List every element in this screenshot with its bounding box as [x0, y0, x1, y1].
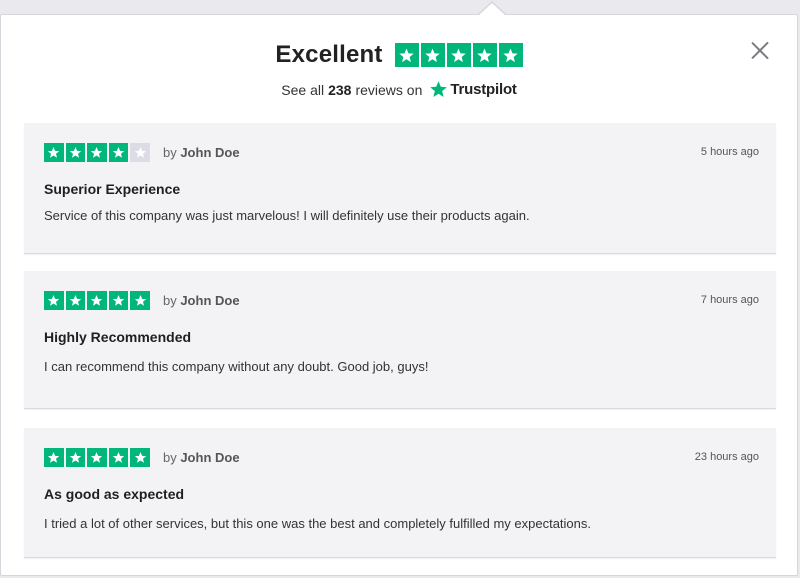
- author-name: John Doe: [180, 293, 240, 308]
- star-filled-icon: [130, 447, 150, 468]
- review-title: As good as expected: [44, 486, 185, 502]
- rating-word: Excellent: [275, 41, 383, 68]
- review-rating-stars: [44, 290, 150, 311]
- star-filled-icon: [108, 290, 129, 311]
- by-prefix: by: [162, 293, 177, 308]
- star-filled-icon: [65, 290, 86, 311]
- review-time: 5 hours ago: [700, 146, 759, 158]
- summary-prefix: See all: [281, 81, 325, 98]
- trustpilot-logo: Trustpilot: [429, 80, 517, 99]
- trustpilot-brand-name: Trustpilot: [450, 81, 517, 98]
- author-name: John Doe: [180, 450, 240, 465]
- star-filled-icon: [65, 142, 86, 163]
- trustpilot-star-icon: [430, 81, 448, 97]
- review-card: by John Doe 7 hours ago Highly Recommend…: [24, 271, 776, 409]
- star-filled-icon: [472, 43, 497, 67]
- popup-pointer-fill: [479, 3, 505, 15]
- by-prefix: by: [162, 450, 177, 465]
- summary-suffix: reviews on: [355, 81, 423, 98]
- star-filled-icon: [108, 447, 129, 468]
- review-card: by John Doe 23 hours ago As good as expe…: [24, 428, 776, 558]
- review-card: by John Doe 5 hours ago Superior Experie…: [24, 123, 776, 254]
- review-rating-stars: [44, 447, 150, 468]
- by-prefix: by: [162, 145, 177, 160]
- star-filled-icon: [44, 290, 64, 311]
- star-filled-icon: [87, 447, 107, 468]
- star-filled-icon: [446, 43, 471, 67]
- star-filled-icon: [44, 142, 64, 163]
- review-body: I tried a lot of other services, but thi…: [44, 516, 592, 531]
- review-title: Superior Experience: [44, 181, 181, 197]
- overall-rating-stars: [394, 43, 523, 67]
- star-empty-icon: [130, 142, 150, 163]
- review-rating-stars: [44, 142, 150, 163]
- rating-header: Excellent: [0, 41, 798, 69]
- review-author: by John Doe: [163, 145, 240, 160]
- star-filled-icon: [420, 43, 445, 67]
- review-list: by John Doe 5 hours ago Superior Experie…: [24, 123, 776, 574]
- review-body: Service of this company was just marvelo…: [44, 208, 530, 223]
- review-time: 23 hours ago: [694, 451, 759, 463]
- star-filled-icon: [87, 290, 107, 311]
- review-time: 7 hours ago: [700, 294, 759, 306]
- review-author: by John Doe: [163, 450, 240, 465]
- star-filled-icon: [65, 447, 86, 468]
- star-filled-icon: [394, 43, 419, 67]
- review-title: Highly Recommended: [44, 329, 192, 345]
- review-author: by John Doe: [163, 293, 240, 308]
- close-button[interactable]: [750, 40, 770, 60]
- star-filled-icon: [108, 142, 129, 163]
- star-filled-icon: [130, 290, 150, 311]
- review-summary-link[interactable]: See all 238 reviews on Trustpilot: [0, 80, 798, 99]
- star-filled-icon: [44, 447, 64, 468]
- star-filled-icon: [498, 43, 523, 67]
- review-count: 238: [328, 81, 352, 98]
- author-name: John Doe: [180, 145, 240, 160]
- star-filled-icon: [87, 142, 107, 163]
- review-body: I can recommend this company without any…: [44, 359, 429, 374]
